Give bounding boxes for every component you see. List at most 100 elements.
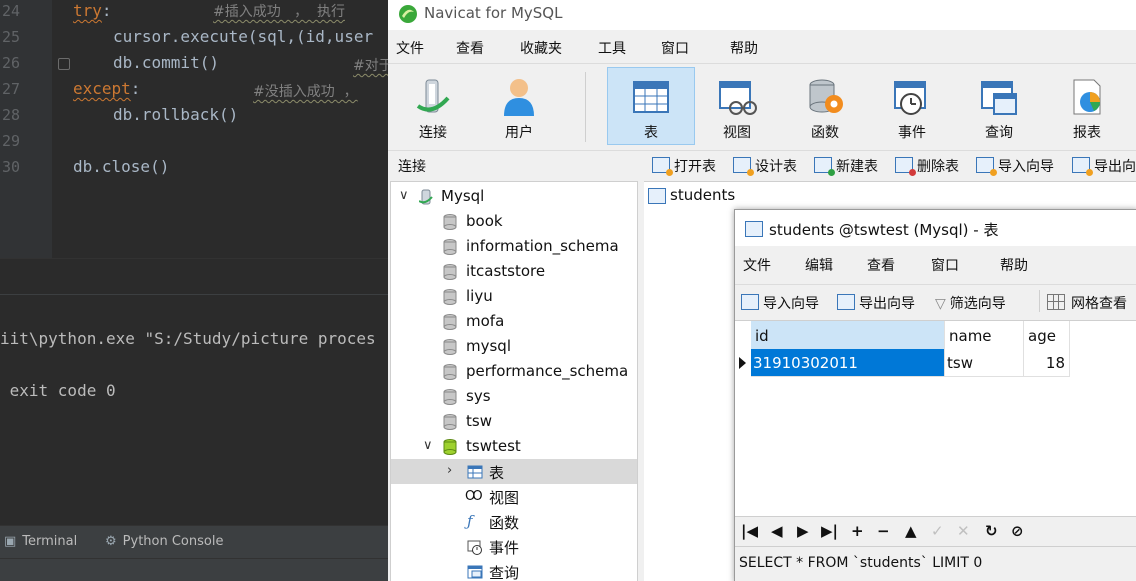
title-bar[interactable]: Navicat for MySQL: [388, 0, 1136, 30]
grid-view-button[interactable]: 网格查看: [1047, 293, 1127, 313]
code-line[interactable]: db.rollback(): [113, 105, 238, 124]
tree-item-label: mysql: [466, 337, 511, 355]
table-button[interactable]: 表: [607, 67, 695, 145]
add-record-icon[interactable]: +: [851, 522, 864, 540]
cell-id[interactable]: 31910302011: [751, 349, 945, 377]
menu-file[interactable]: 文件: [396, 38, 424, 58]
collapse-arrow-icon[interactable]: ∨: [399, 188, 409, 203]
tree-item-database[interactable]: information_schema: [391, 234, 637, 259]
terminal-icon: ▣: [4, 534, 17, 549]
column-header-name[interactable]: name: [945, 321, 1024, 350]
tree-item-database-open[interactable]: ∨ tswtest: [391, 434, 637, 459]
import-wizard-button[interactable]: 导入向导: [976, 156, 1054, 176]
tree-item-database[interactable]: tsw: [391, 409, 637, 434]
tree-item-label: 事件: [489, 539, 520, 557]
import-wizard-label: 导入向导: [998, 159, 1054, 175]
refresh-icon[interactable]: ↻: [985, 522, 998, 540]
table-window-title-bar[interactable]: students @tswtest (Mysql) - 表: [735, 210, 1136, 246]
tree-item-events[interactable]: 事件: [391, 534, 637, 559]
export-wizard-label: 导出向导: [859, 296, 915, 312]
save-record-icon[interactable]: ✓: [931, 522, 944, 540]
report-button[interactable]: 报表: [1044, 68, 1130, 144]
function-button[interactable]: 函数: [782, 68, 868, 144]
sql-status-bar: SELECT * FROM `students` LIMIT 0: [735, 546, 1136, 581]
user-button[interactable]: 用户: [476, 68, 562, 144]
tree-item-database[interactable]: book: [391, 209, 637, 234]
tree-item-tables[interactable]: › 表: [391, 459, 637, 484]
delete-table-button[interactable]: 删除表: [895, 156, 959, 176]
new-table-button[interactable]: 新建表: [814, 156, 878, 176]
menu-view[interactable]: 查看: [456, 38, 484, 58]
database-open-icon: [443, 439, 457, 455]
last-record-icon[interactable]: ▶|: [821, 522, 838, 540]
apply-changes-icon[interactable]: ▲: [905, 522, 917, 540]
expand-arrow-icon[interactable]: ›: [447, 463, 452, 478]
tree-item-views[interactable]: Ꝏ 视图: [391, 484, 637, 509]
cell-age[interactable]: 18: [1024, 349, 1070, 377]
code-line[interactable]: except:: [73, 79, 140, 98]
cancel-edit-icon[interactable]: ✕: [957, 522, 970, 540]
tw-menu-file[interactable]: 文件: [743, 255, 771, 275]
table-data-window[interactable]: students @tswtest (Mysql) - 表 文件 编辑 查看 窗…: [734, 209, 1136, 581]
tree-item-functions[interactable]: ƒ 函数: [391, 509, 637, 534]
code-editor[interactable]: 24 try: #插入成功 ， 执行 25 cursor.execute(sql…: [0, 0, 388, 258]
data-grid[interactable]: id name age 31910302011 tsw 18: [735, 320, 1136, 517]
column-header-label: id: [755, 327, 769, 345]
tree-item-database[interactable]: sys: [391, 384, 637, 409]
connection-icon: [416, 79, 450, 113]
grid-icon: [1047, 294, 1065, 310]
terminal-tab[interactable]: ▣ Terminal: [4, 534, 77, 549]
menu-window[interactable]: 窗口: [661, 38, 689, 58]
tree-item-database[interactable]: performance_schema: [391, 359, 637, 384]
table-window-toolbar: 导入向导 导出向导 ▽ 筛选向导 网格查看: [735, 284, 1136, 319]
column-header-age[interactable]: age: [1024, 321, 1070, 350]
event-button[interactable]: 事件: [869, 68, 955, 144]
menu-tools[interactable]: 工具: [598, 38, 626, 58]
design-table-button[interactable]: 设计表: [733, 156, 797, 176]
first-record-icon[interactable]: |◀: [741, 522, 758, 540]
delete-record-icon[interactable]: −: [877, 522, 890, 540]
tree-item-database[interactable]: mofa: [391, 309, 637, 334]
code-line[interactable]: db.commit(): [113, 53, 219, 72]
tree-item-label: tsw: [466, 412, 492, 430]
tw-menu-window[interactable]: 窗口: [931, 255, 959, 275]
database-icon: [443, 339, 457, 355]
next-record-icon[interactable]: ▶: [797, 522, 809, 540]
filter-wizard-button[interactable]: ▽ 筛选向导: [935, 293, 1006, 313]
python-console-tab[interactable]: ⚙ Python Console: [105, 534, 223, 549]
query-button[interactable]: 查询: [956, 68, 1042, 144]
stop-icon[interactable]: ⊘: [1011, 522, 1024, 540]
export-wizard-button[interactable]: 导出向导: [837, 293, 915, 313]
view-button[interactable]: 视图: [694, 68, 780, 144]
tw-menu-edit[interactable]: 编辑: [805, 255, 833, 275]
import-wizard-button[interactable]: 导入向导: [741, 293, 819, 313]
open-table-button[interactable]: 打开表: [652, 156, 716, 176]
run-console[interactable]: iit\python.exe "S:/Study/picture proces …: [0, 294, 388, 523]
tw-menu-view[interactable]: 查看: [867, 255, 895, 275]
tree-item-database[interactable]: itcaststore: [391, 259, 637, 284]
tree-item-database[interactable]: mysql: [391, 334, 637, 359]
tree-item-database[interactable]: liyu: [391, 284, 637, 309]
export-wizard-button[interactable]: 导出向: [1072, 156, 1136, 176]
connection-tree[interactable]: ∨ Mysql book information_schema itcastst…: [390, 181, 638, 581]
menu-favorites[interactable]: 收藏夹: [520, 38, 562, 58]
code-line[interactable]: db.close(): [73, 157, 169, 176]
cell-name[interactable]: tsw: [945, 349, 1024, 377]
fold-marker-icon[interactable]: [58, 58, 70, 70]
query-icon: [467, 565, 483, 579]
line-number: 24: [1, 2, 20, 20]
previous-record-icon[interactable]: ◀: [771, 522, 783, 540]
current-row-indicator-icon[interactable]: [735, 349, 752, 376]
connections-header-label: 连接: [398, 159, 426, 175]
column-header-id[interactable]: id: [751, 321, 945, 350]
python-icon: ⚙: [105, 534, 117, 549]
code-line[interactable]: try:: [73, 1, 112, 20]
menu-help[interactable]: 帮助: [730, 38, 758, 58]
tw-menu-help[interactable]: 帮助: [1000, 255, 1028, 275]
tree-item-mysql-connection[interactable]: ∨ Mysql: [391, 184, 637, 209]
database-icon: [443, 314, 457, 330]
tree-item-queries[interactable]: 查询: [391, 559, 637, 581]
connect-button[interactable]: 连接: [390, 68, 476, 144]
code-line[interactable]: cursor.execute(sql,(id,user: [113, 27, 373, 46]
collapse-arrow-icon[interactable]: ∨: [423, 438, 433, 453]
